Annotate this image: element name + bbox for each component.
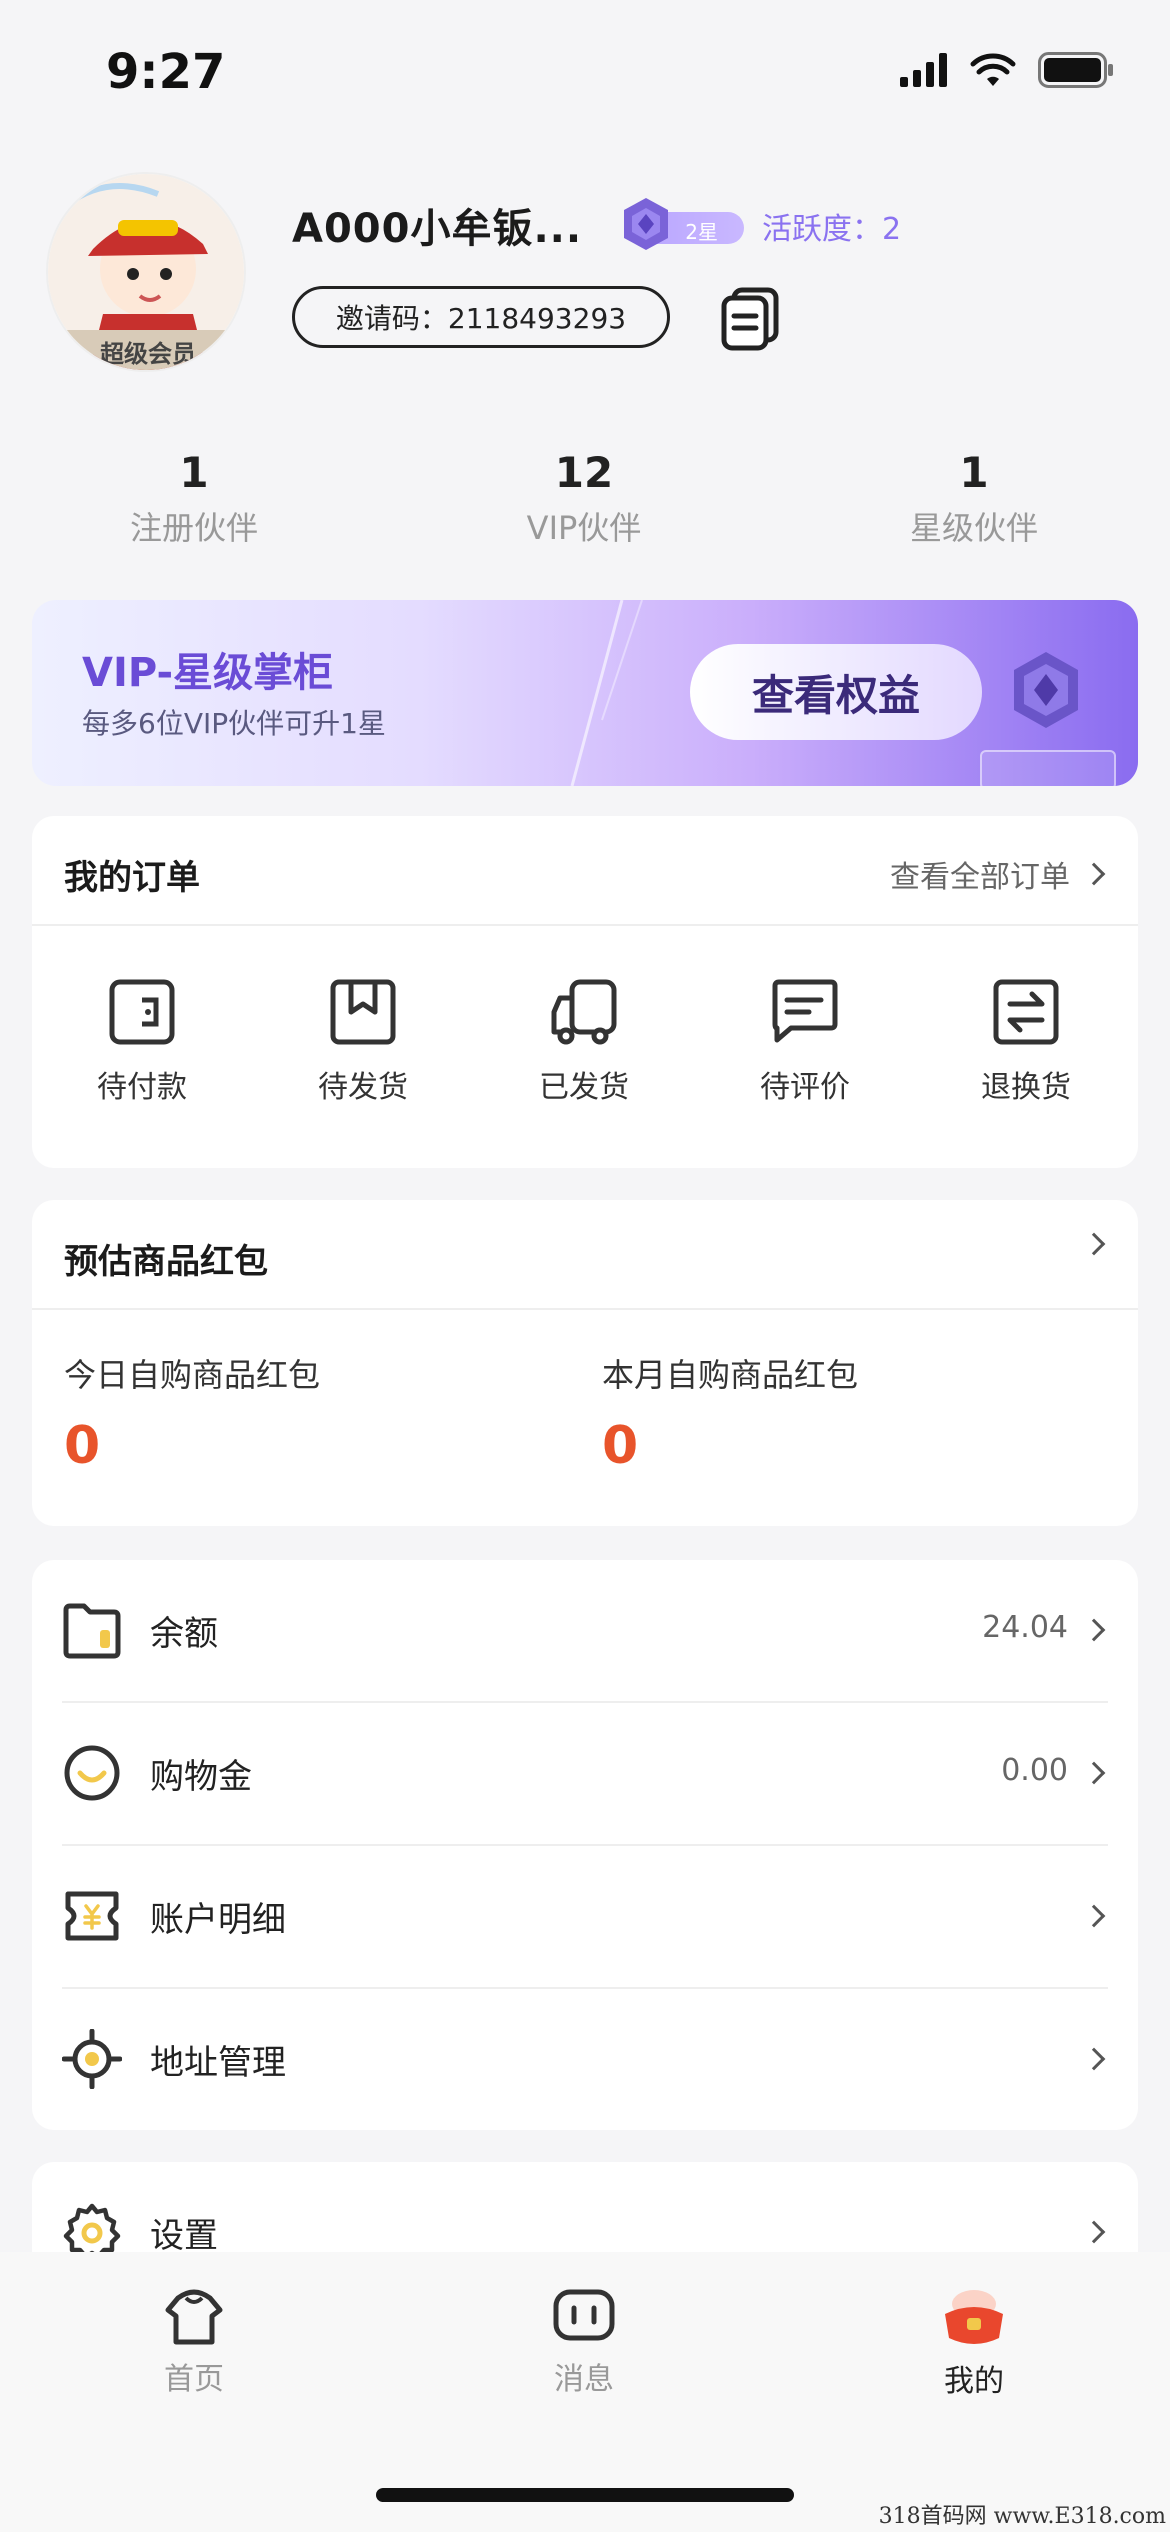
order-item-label: 待评价 [760, 1070, 850, 1105]
stat-value: 12 [554, 448, 614, 497]
tab-messages[interactable]: 消息 [484, 2284, 684, 2398]
chevron-right-icon [1082, 1761, 1106, 1785]
vip-banner[interactable]: VIP-星级掌柜 每多6位VIP伙伴可升1星 查看权益 [32, 600, 1138, 786]
copy-icon[interactable] [716, 284, 784, 352]
stat-value: 1 [959, 448, 989, 497]
order-status-grid: 待付款 待发货 已发货 待评价 退换货 [32, 926, 1138, 1166]
watermark: 318首码网 www.E318.com [878, 2504, 1166, 2529]
coin-icon [64, 1745, 120, 1801]
mine-bag-icon [945, 2290, 1003, 2344]
banner-light-streak [570, 600, 643, 786]
red-packet-body: 今日自购商品红包 0 本月自购商品红包 0 [32, 1310, 1138, 1524]
chevron-right-icon [1082, 1232, 1106, 1256]
chevron-right-icon [1082, 1904, 1106, 1928]
vip-title: VIP-星级掌柜 [82, 650, 334, 696]
menu-label: 余额 [150, 1614, 218, 1654]
vip-pedestal [980, 750, 1116, 786]
message-icon [553, 2289, 615, 2341]
red-packet-title: 预估商品红包 [64, 1242, 268, 1282]
tab-home[interactable]: 首页 [94, 2284, 294, 2398]
order-item-label: 已发货 [539, 1070, 629, 1105]
tab-label: 消息 [554, 2362, 614, 2397]
view-all-orders-link[interactable]: 查看全部订单 [890, 852, 1106, 896]
star-level-badge: 2星 [618, 196, 744, 252]
star-level-text: 2星 [685, 220, 718, 244]
folder-wallet-icon [63, 1603, 121, 1659]
chevron-right-icon [1082, 862, 1106, 886]
stat-label: 星级伙伴 [909, 509, 1038, 547]
order-item-label: 退换货 [981, 1070, 1071, 1105]
wallet-icon [109, 979, 175, 1045]
tab-mine[interactable]: 我的 [874, 2284, 1074, 2400]
orders-title: 我的订单 [64, 858, 200, 898]
order-pending-shipment[interactable]: 待发货 [263, 976, 463, 1106]
menu-value: 0.00 [1001, 1753, 1068, 1788]
order-pending-review[interactable]: 待评价 [705, 976, 905, 1106]
avatar[interactable]: 超级会员 [46, 172, 246, 372]
activity-score: 活跃度：2 [762, 212, 902, 247]
chevron-right-icon [1082, 2047, 1106, 2071]
month-red-packet-label: 本月自购商品红包 [602, 1356, 859, 1394]
today-red-packet: 今日自购商品红包 0 [64, 1350, 320, 1476]
order-item-label: 待付款 [97, 1070, 187, 1105]
comment-icon [772, 979, 838, 1043]
red-packet-more[interactable] [1082, 1232, 1106, 1256]
menu-label: 购物金 [150, 1757, 252, 1797]
orders-card: 我的订单 查看全部订单 待付款 待发货 已发货 待评价 退换货 [32, 816, 1138, 1168]
vip-gem-icon [1014, 652, 1078, 728]
status-bar: 9:27 [0, 0, 1170, 140]
stat-label: 注册伙伴 [129, 509, 258, 547]
vip-subtitle: 每多6位VIP伙伴可升1星 [82, 707, 386, 740]
month-red-packet-value: 0 [602, 1416, 639, 1476]
tab-label: 首页 [164, 2362, 224, 2397]
home-indicator [376, 2488, 794, 2502]
yuan-ticket-icon [65, 1891, 119, 1941]
truck-icon [551, 979, 617, 1045]
menu-address[interactable]: 地址管理 [32, 1989, 1138, 2132]
stat-label: VIP伙伴 [526, 509, 642, 547]
star-gem-icon [624, 198, 668, 250]
avatar-mascot-icon: 超级会员 [48, 174, 244, 370]
status-icons [900, 52, 1114, 88]
partner-stats: 1 注册伙伴 12 VIP伙伴 1 星级伙伴 [0, 448, 1170, 548]
red-packet-card: 预估商品红包 今日自购商品红包 0 本月自购商品红包 0 [32, 1200, 1138, 1526]
stat-registered[interactable]: 1 注册伙伴 [44, 448, 344, 549]
view-benefits-button[interactable]: 查看权益 [690, 644, 982, 740]
menu-label: 地址管理 [150, 2043, 286, 2083]
wifi-icon [970, 53, 1016, 86]
shirt-home-icon [165, 2289, 223, 2345]
menu-shopping-credit[interactable]: 购物金 0.00 [32, 1703, 1138, 1846]
username: A000小牟钣... [292, 206, 583, 252]
order-item-label: 待发货 [318, 1070, 408, 1105]
menu-balance[interactable]: 余额 24.04 [32, 1560, 1138, 1703]
tab-label: 我的 [944, 2364, 1004, 2399]
exchange-icon [993, 979, 1059, 1045]
menu-value: 24.04 [982, 1610, 1068, 1645]
stat-vip[interactable]: 12 VIP伙伴 [434, 448, 734, 549]
stat-star[interactable]: 1 星级伙伴 [824, 448, 1124, 549]
menu-label: 账户明细 [150, 1900, 286, 1940]
menu-account-details[interactable]: 账户明细 [32, 1846, 1138, 1989]
today-red-packet-value: 0 [64, 1416, 101, 1476]
view-all-orders-label: 查看全部订单 [890, 860, 1070, 895]
battery-icon [1038, 52, 1113, 88]
menu-label: 设置 [150, 2216, 218, 2256]
stat-value: 1 [179, 448, 209, 497]
month-red-packet: 本月自购商品红包 0 [602, 1350, 858, 1476]
order-pending-payment[interactable]: 待付款 [42, 976, 242, 1106]
order-shipped[interactable]: 已发货 [484, 976, 684, 1106]
status-time: 9:27 [106, 44, 226, 100]
invite-code: 邀请码：2118493293 [292, 286, 670, 348]
avatar-caption: 超级会员 [100, 340, 196, 368]
chevron-right-icon [1082, 1618, 1106, 1642]
box-icon [330, 979, 396, 1045]
orders-header[interactable]: 我的订单 查看全部订单 [32, 816, 1138, 926]
account-menu-card: 余额 24.04 购物金 0.00 账户明细 地址管理 [32, 1560, 1138, 2130]
location-target-icon [62, 2029, 122, 2089]
red-packet-header[interactable]: 预估商品红包 [32, 1200, 1138, 1310]
chevron-right-icon [1082, 2220, 1106, 2244]
order-return-exchange[interactable]: 退换货 [926, 976, 1126, 1106]
today-red-packet-label: 今日自购商品红包 [64, 1356, 321, 1394]
cellular-signal-icon [900, 53, 947, 87]
